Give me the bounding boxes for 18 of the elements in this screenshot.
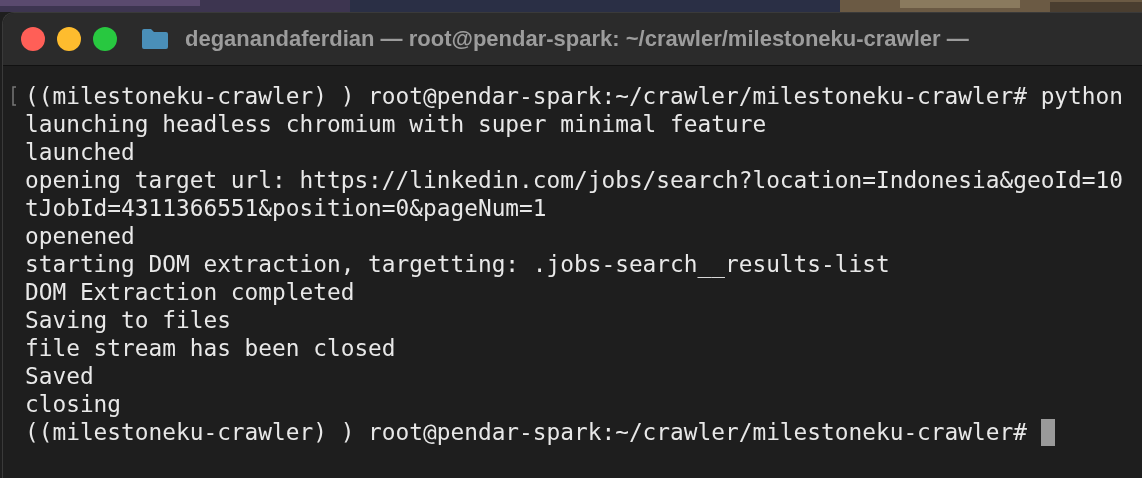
- terminal-line: DOM Extraction completed: [25, 278, 355, 306]
- terminal-line: closing: [25, 390, 122, 418]
- folder-icon: [141, 28, 169, 50]
- terminal-line: starting DOM extraction, targetting: .jobs-search__results-list: [25, 250, 890, 278]
- terminal-line: Saving to files: [25, 306, 231, 334]
- terminal-line: launched: [25, 138, 135, 166]
- terminal-line: openened: [25, 222, 135, 250]
- terminal-line: ((milestoneku-crawler) ) root@pendar-spark:~/crawler/milestoneku-crawler# python: [25, 82, 1123, 110]
- terminal-line: launching headless chromium with super minimal feature: [25, 110, 767, 138]
- minimize-button[interactable]: [57, 27, 81, 51]
- terminal-line: Saved: [25, 362, 94, 390]
- terminal-line: ((milestoneku-crawler) ) root@pendar-spark:~/crawler/milestoneku-crawler#: [25, 418, 1028, 446]
- terminal-line: tJobId=4311366551&position=0&pageNum=1: [25, 194, 547, 222]
- close-button[interactable]: [21, 27, 45, 51]
- terminal-line: file stream has been closed: [25, 334, 396, 362]
- window-title: deganandaferdian — root@pendar-spark: ~/crawler/milestoneku-crawler —: [185, 26, 969, 52]
- terminal-line: opening target url: https://linkedin.com/jobs/search?location=Indonesia&geoId=10: [25, 166, 1123, 194]
- zoom-button[interactable]: [93, 27, 117, 51]
